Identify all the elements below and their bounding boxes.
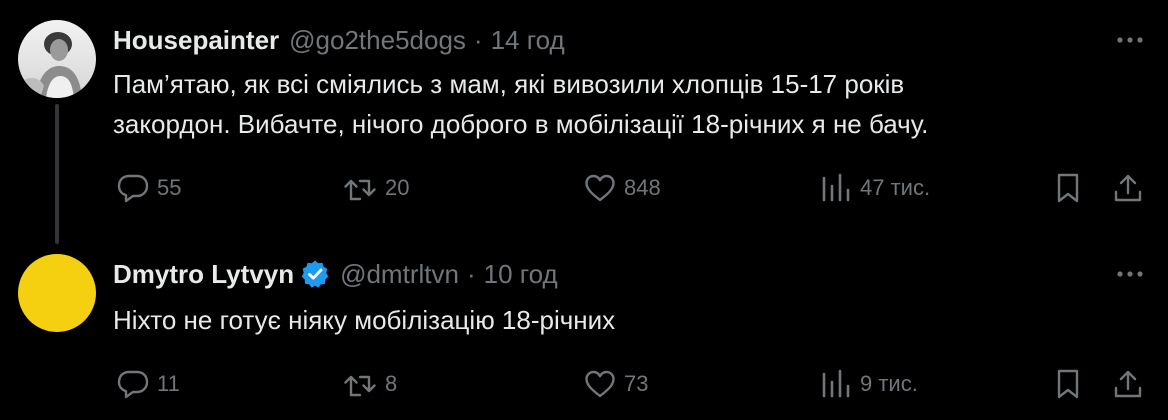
bookmark-icon xyxy=(1057,369,1079,399)
views-button[interactable]: 9 тис. xyxy=(820,364,918,404)
like-count: 848 xyxy=(624,175,661,200)
tweet-text: Ніхто не готує ніяку мобілізацію 18-річн… xyxy=(113,305,616,335)
avatar-photo xyxy=(18,20,96,98)
avatar-yellow-circle xyxy=(18,254,96,332)
timestamp[interactable]: 10 год xyxy=(484,259,558,290)
reply-count: 55 xyxy=(157,175,182,200)
like-button[interactable]: 73 xyxy=(584,364,648,404)
views-count: 47 тис. xyxy=(860,175,931,200)
heart-icon xyxy=(585,370,615,398)
repost-arrows-icon xyxy=(344,375,376,397)
tweet-actions: 55 20 848 47 тис. xyxy=(0,168,1168,208)
user-handle[interactable]: @go2the5dogs xyxy=(289,25,466,56)
repost-button[interactable]: 8 xyxy=(343,364,397,404)
bar-chart-icon xyxy=(822,173,850,202)
repost-count: 8 xyxy=(385,371,398,396)
bookmark-button[interactable] xyxy=(1054,168,1082,208)
repost-button[interactable]: 20 xyxy=(343,168,409,208)
avatar[interactable] xyxy=(18,20,96,98)
tweet[interactable]: Housepainter @go2the5dogs · 14 год Пам’я… xyxy=(0,0,1168,244)
heart-icon xyxy=(585,174,615,202)
avatar[interactable] xyxy=(18,254,96,332)
speech-bubble-icon xyxy=(117,370,149,399)
tweet-header: Dmytro Lytvyn @dmtrltvn · 10 год xyxy=(113,258,558,290)
like-button[interactable]: 848 xyxy=(584,168,661,208)
views-count: 9 тис. xyxy=(860,371,918,396)
bookmark-button[interactable] xyxy=(1054,364,1082,404)
reply-count: 11 xyxy=(157,371,180,396)
timestamp[interactable]: 14 год xyxy=(491,25,565,56)
display-name[interactable]: Dmytro Lytvyn xyxy=(113,259,294,290)
bar-chart-icon xyxy=(822,369,850,398)
verified-badge-icon xyxy=(301,260,329,288)
display-name[interactable]: Housepainter xyxy=(113,25,279,56)
more-options-button[interactable] xyxy=(1114,262,1146,286)
reply-button[interactable]: 11 xyxy=(117,364,180,404)
tweet[interactable]: Dmytro Lytvyn @dmtrltvn · 10 год Ніхто н… xyxy=(0,236,1168,420)
repost-arrows-icon xyxy=(344,179,376,201)
repost-count: 20 xyxy=(385,175,410,200)
share-upload-icon xyxy=(1114,174,1142,202)
share-button[interactable] xyxy=(1112,168,1144,208)
separator-dot: · xyxy=(466,258,476,289)
like-count: 73 xyxy=(624,371,649,396)
verified-badge[interactable] xyxy=(300,259,330,289)
share-upload-icon xyxy=(1114,370,1142,398)
speech-bubble-icon xyxy=(117,174,149,203)
more-horizontal-icon xyxy=(1117,37,1143,43)
tweet-text: Пам’ятаю, як всі сміялись з мам, які вив… xyxy=(113,69,929,139)
bookmark-icon xyxy=(1057,173,1079,203)
user-handle[interactable]: @dmtrltvn xyxy=(340,259,459,290)
separator-dot: · xyxy=(473,24,483,55)
views-button[interactable]: 47 тис. xyxy=(820,168,930,208)
more-options-button[interactable] xyxy=(1114,28,1146,52)
tweet-actions: 11 8 73 9 тис. xyxy=(0,364,1168,404)
share-button[interactable] xyxy=(1112,364,1144,404)
tweet-header: Housepainter @go2the5dogs · 14 год xyxy=(113,24,565,56)
more-horizontal-icon xyxy=(1117,271,1143,277)
reply-button[interactable]: 55 xyxy=(117,168,181,208)
